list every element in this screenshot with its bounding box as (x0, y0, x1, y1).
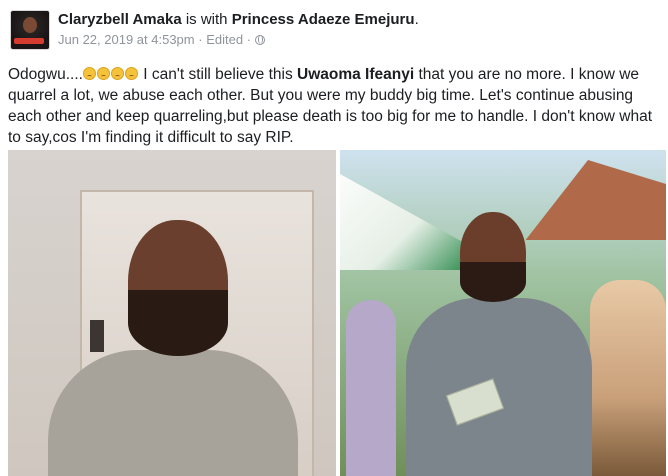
building-roof (525, 160, 666, 240)
title-period: . (414, 11, 419, 28)
background-crowd (590, 280, 666, 476)
post-header: Claryzbell Amaka is with Princess Adaeze… (10, 8, 650, 52)
tagged-person-link[interactable]: Princess Adaeze Emejuru (232, 11, 415, 28)
post-text-start: Odogwu.... (8, 66, 83, 83)
post-meta: Jun 22, 2019 at 4:53pm · Edited · (58, 31, 265, 49)
author-name-link[interactable]: Claryzbell Amaka (58, 11, 182, 28)
post-title: Claryzbell Amaka is with Princess Adaeze… (58, 10, 419, 30)
man-beard (460, 262, 526, 302)
post-text-mid: I can't still believe this (138, 66, 297, 83)
author-avatar[interactable] (10, 10, 50, 50)
edited-label[interactable]: Edited (206, 32, 243, 47)
man-body (406, 298, 592, 476)
light-switch (90, 320, 104, 352)
photo-right[interactable] (340, 150, 666, 476)
with-label: is with (185, 11, 228, 28)
crying-face-emoji-icon (110, 67, 124, 80)
post-timestamp[interactable]: Jun 22, 2019 at 4:53pm (58, 32, 195, 47)
mention-link[interactable]: Uwaoma Ifeanyi (297, 66, 414, 83)
crying-face-emoji-icon (96, 67, 110, 80)
avatar-face (23, 17, 37, 33)
man-body (48, 350, 298, 476)
crying-face-emoji-icon (82, 67, 96, 80)
photo-left[interactable] (8, 150, 336, 476)
meta-separator: · (246, 32, 252, 47)
background-person (346, 300, 396, 476)
man-beard (128, 290, 228, 356)
post-body: Odogwu.... I can't still believe this Uw… (8, 64, 660, 148)
event-tent (340, 174, 470, 270)
avatar-banner (14, 38, 44, 44)
meta-separator: · (198, 32, 203, 47)
globe-icon[interactable] (254, 35, 265, 45)
crying-face-emoji-icon (124, 67, 138, 80)
